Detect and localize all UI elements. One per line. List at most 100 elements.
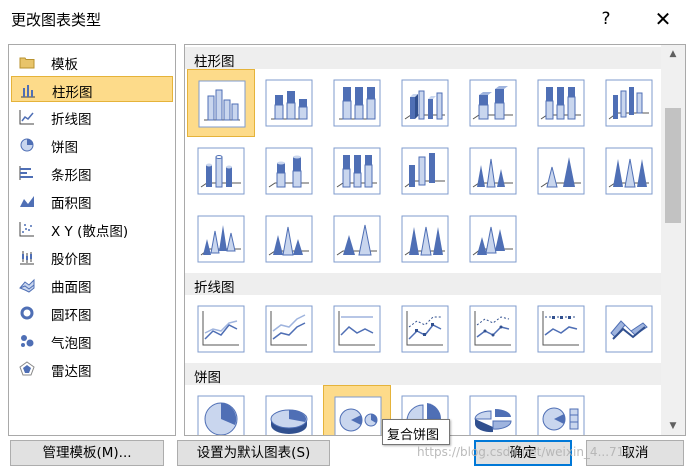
3d-percent-stacked-column-icon — [537, 79, 585, 127]
gallery-scrollbar[interactable]: ▲ ▼ — [661, 45, 685, 435]
dialog-title: 更改图表类型 — [11, 11, 102, 29]
percent-stacked-cylinder-icon — [333, 147, 381, 195]
chart-type-stacked-line[interactable] — [255, 295, 323, 363]
clustered-pyramid-icon — [265, 215, 313, 263]
category-label: 条形图 — [51, 168, 92, 184]
chart-type-100-stacked-pyramid[interactable] — [391, 205, 459, 273]
percent-stacked-column-icon — [333, 79, 381, 127]
percent-stacked-line-icon — [333, 305, 381, 353]
area-chart-icon — [20, 196, 34, 207]
category-doughnut[interactable]: 圆环图 — [11, 300, 173, 326]
chart-type-3d-pie[interactable] — [255, 385, 323, 435]
chart-type-line-with-markers[interactable] — [391, 295, 459, 363]
category-label: 面积图 — [51, 196, 92, 212]
stacked-line-icon — [265, 305, 313, 353]
help-button[interactable]: ? — [594, 7, 618, 31]
scatter-chart-icon — [19, 222, 34, 237]
chart-type-stacked-column[interactable] — [255, 69, 323, 137]
category-area[interactable]: 面积图 — [11, 188, 173, 214]
line-with-markers-icon — [401, 305, 449, 353]
3d-pyramid-icon — [469, 215, 517, 263]
chart-type-3d-pyramid[interactable] — [459, 205, 527, 273]
category-label: 股价图 — [51, 252, 92, 268]
category-label: 模板 — [51, 57, 78, 73]
title-bar: 更改图表类型 ? ✕ — [0, 0, 694, 38]
chart-type-3d-100-stacked-column[interactable] — [527, 69, 595, 137]
chart-type-exploded-3d-pie[interactable] — [459, 385, 527, 435]
radar-chart-icon — [19, 361, 35, 376]
category-radar[interactable]: 雷达图 — [11, 356, 173, 382]
3d-stacked-column-icon — [469, 79, 517, 127]
stock-chart-icon — [20, 251, 34, 265]
pie-of-pie-icon — [334, 396, 382, 435]
chart-category-list: 模板 柱形图 折线图 饼图 条形图 面积图 X Y (散点图) 股价图 曲面图 … — [8, 44, 176, 436]
chart-type-pie[interactable] — [187, 385, 255, 435]
3d-cylinder-icon — [401, 147, 449, 195]
category-label: 折线图 — [51, 112, 92, 128]
chart-type-clustered-cylinder[interactable] — [187, 137, 255, 205]
close-button[interactable]: ✕ — [650, 7, 676, 31]
line-icon — [197, 305, 245, 353]
chart-type-pie-of-pie[interactable] — [323, 385, 391, 435]
category-bar[interactable]: 条形图 — [11, 160, 173, 186]
folder-icon — [19, 57, 35, 69]
group-header-line: 折线图 — [185, 273, 661, 296]
chart-type-clustered-cone[interactable] — [459, 137, 527, 205]
chart-type-bar-of-pie[interactable] — [527, 385, 595, 435]
scroll-up-arrow-icon[interactable]: ▲ — [661, 45, 685, 63]
set-as-default-chart-button[interactable]: 设置为默认图表(S) — [177, 440, 330, 466]
category-templates[interactable]: 模板 — [11, 49, 173, 75]
category-label: 曲面图 — [51, 280, 92, 296]
stacked-column-icon — [265, 79, 313, 127]
chart-type-3d-stacked-column[interactable] — [459, 69, 527, 137]
chart-type-100-stacked-line-with-markers[interactable] — [527, 295, 595, 363]
chart-type-3d-line[interactable] — [595, 295, 663, 363]
scroll-thumb[interactable] — [665, 108, 681, 223]
chart-type-stacked-cone[interactable] — [527, 137, 595, 205]
manage-templates-button[interactable]: 管理模板(M)... — [10, 440, 164, 466]
chart-type-100-stacked-column[interactable] — [323, 69, 391, 137]
clustered-cylinder-icon — [197, 147, 245, 195]
3d-pie-icon — [265, 395, 313, 435]
percent-stacked-cone-icon — [605, 147, 653, 195]
category-bubble[interactable]: 气泡图 — [11, 328, 173, 354]
chart-type-line[interactable] — [187, 295, 255, 363]
chart-type-100-stacked-cylinder[interactable] — [323, 137, 391, 205]
category-pie[interactable]: 饼图 — [11, 132, 173, 158]
category-column[interactable]: 柱形图 — [11, 76, 173, 102]
chart-type-clustered-column[interactable] — [187, 69, 255, 137]
chart-type-stacked-line-with-markers[interactable] — [459, 295, 527, 363]
chart-type-stacked-cylinder[interactable] — [255, 137, 323, 205]
chart-type-clustered-pyramid[interactable] — [255, 205, 323, 273]
exploded-3d-pie-icon — [469, 395, 517, 435]
stacked-cone-icon — [537, 147, 585, 195]
chart-type-100-stacked-line[interactable] — [323, 295, 391, 363]
category-line[interactable]: 折线图 — [11, 104, 173, 130]
column-chart-icon — [21, 85, 35, 98]
3d-cone-icon — [197, 215, 245, 263]
category-surface[interactable]: 曲面图 — [11, 272, 173, 298]
clustered-column-icon — [198, 80, 246, 128]
category-stock[interactable]: 股价图 — [11, 244, 173, 270]
chart-type-100-stacked-cone[interactable] — [595, 137, 663, 205]
bar-of-pie-icon — [537, 395, 585, 435]
stacked-cylinder-icon — [265, 147, 313, 195]
chart-type-3d-cone[interactable] — [187, 205, 255, 273]
group-title: 柱形图 — [194, 54, 235, 70]
scroll-down-arrow-icon[interactable]: ▼ — [661, 417, 685, 435]
chart-type-3d-clustered-column[interactable] — [391, 69, 459, 137]
pie-icon — [197, 395, 245, 435]
surface-chart-icon — [19, 278, 35, 293]
chart-type-stacked-pyramid[interactable] — [323, 205, 391, 273]
percent-stacked-pyramid-icon — [401, 215, 449, 263]
category-label: 饼图 — [51, 140, 78, 156]
chart-type-3d-cylinder[interactable] — [391, 137, 459, 205]
percent-stacked-line-with-markers-icon — [537, 305, 585, 353]
tooltip-text: 复合饼图 — [387, 428, 440, 443]
category-scatter[interactable]: X Y (散点图) — [11, 216, 173, 242]
doughnut-chart-icon — [20, 306, 34, 320]
chart-type-3d-column[interactable] — [595, 69, 663, 137]
group-title: 折线图 — [194, 280, 235, 296]
bar-chart-icon — [19, 166, 33, 180]
watermark-text: https://blog.csdn.net/weixin_4...714 — [417, 445, 632, 459]
